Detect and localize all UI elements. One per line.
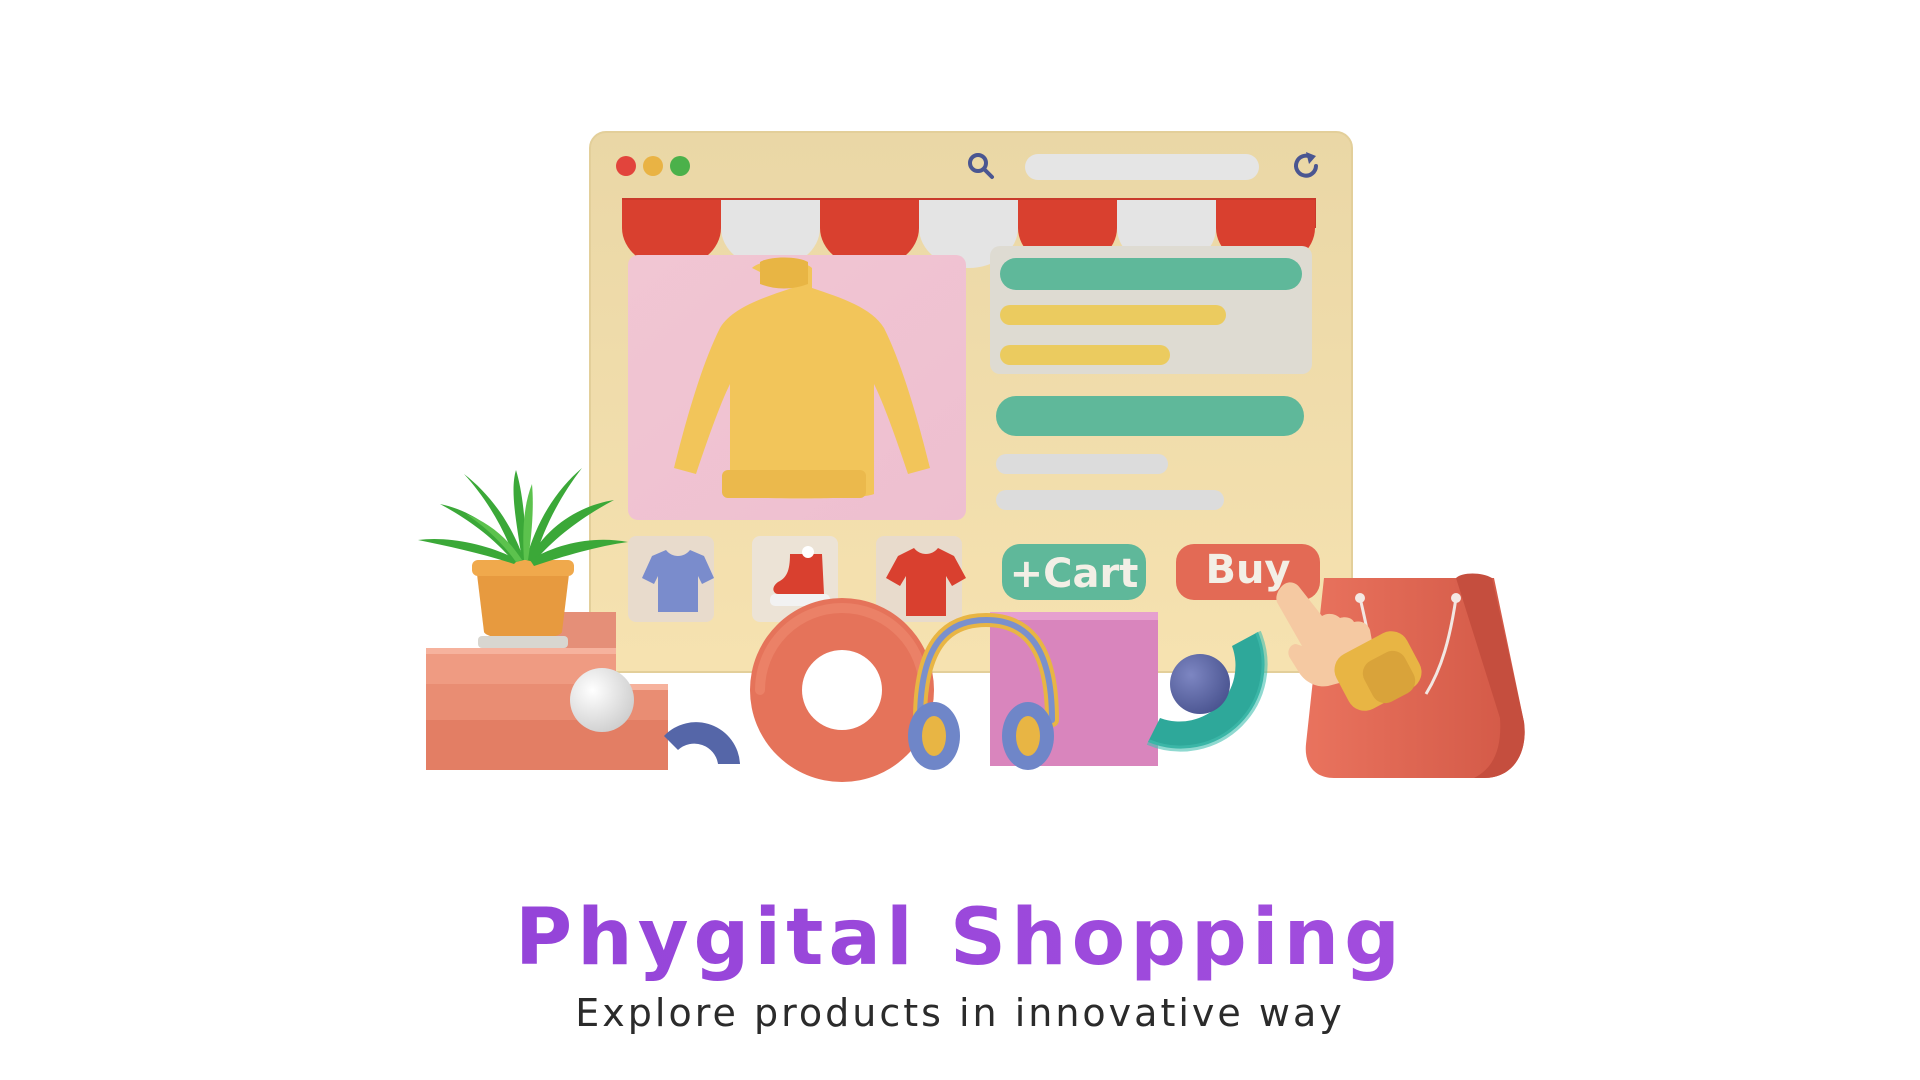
window-minimize-dot[interactable] — [643, 156, 663, 176]
orange-donut-shape — [750, 598, 934, 782]
white-ball — [570, 668, 634, 732]
product-price-bar — [996, 396, 1304, 436]
thumbnail-tshirt-blue[interactable] — [628, 536, 714, 622]
blue-arc-shape — [664, 722, 740, 764]
buy-button-label: Buy — [1205, 547, 1290, 593]
product-line-1 — [1000, 305, 1226, 325]
thumbnail-tshirt-red[interactable] — [876, 536, 966, 622]
blue-ball — [1170, 654, 1230, 714]
hero-scene: +Cart Buy Phygital Shopping Explore prod… — [0, 0, 1920, 1080]
page-subtitle: Explore products in innovative way — [575, 991, 1345, 1035]
window-close-dot[interactable] — [616, 156, 636, 176]
product-title-bar — [1000, 258, 1302, 290]
product-desc-line-2 — [996, 490, 1224, 510]
add-to-cart-button[interactable]: +Cart — [1002, 544, 1146, 600]
window-maximize-dot[interactable] — [670, 156, 690, 176]
page-title: Phygital Shopping — [0, 888, 1920, 988]
product-desc-line-1 — [996, 454, 1168, 474]
address-bar[interactable] — [1025, 154, 1259, 180]
product-line-2 — [1000, 345, 1170, 365]
cart-button-label: +Cart — [1010, 551, 1139, 597]
